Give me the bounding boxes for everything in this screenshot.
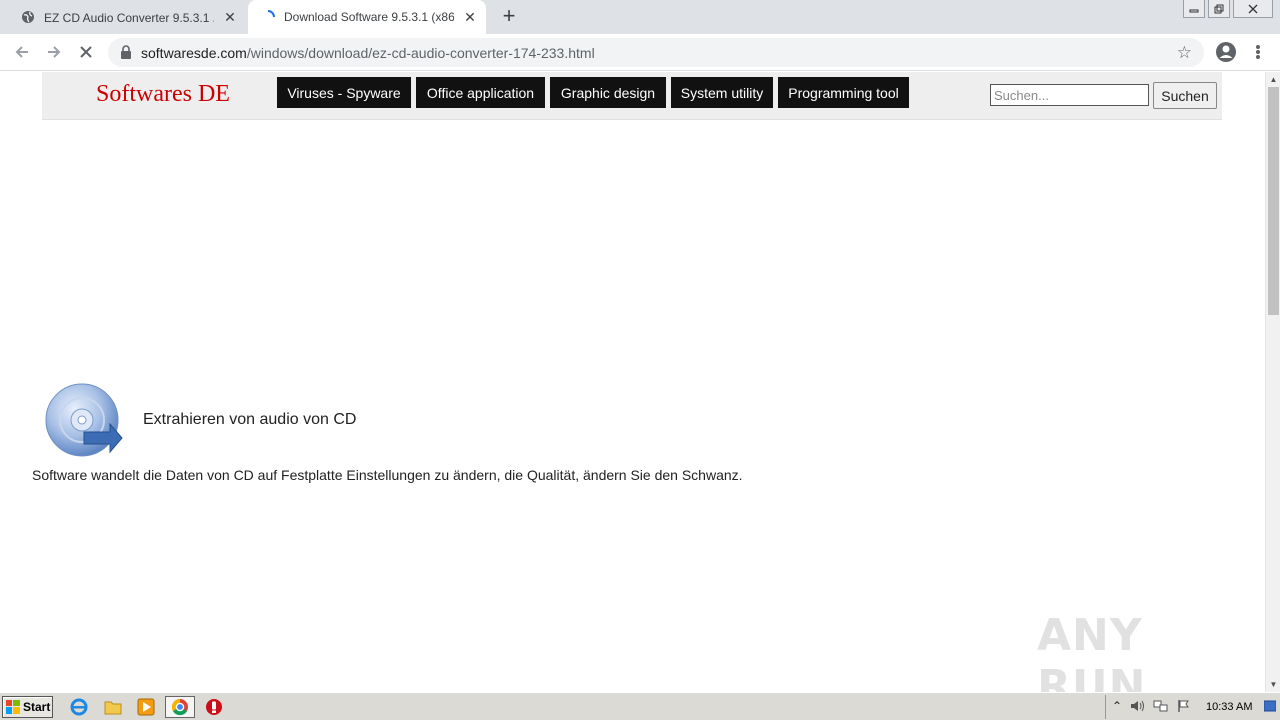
- nav-graphic-design[interactable]: Graphic design: [550, 77, 666, 108]
- loading-spinner-icon: [260, 9, 276, 25]
- url-path: /windows/download/ez-cd-audio-converter-…: [246, 45, 595, 61]
- chrome-taskbar-icon[interactable]: [165, 696, 195, 718]
- close-window-icon[interactable]: [1233, 0, 1273, 18]
- tab-ez-cd[interactable]: EZ CD Audio Converter 9.5.3.1 크랙 ✕: [8, 0, 246, 34]
- lock-icon: [120, 45, 132, 59]
- opera-icon[interactable]: [204, 697, 224, 717]
- volume-icon[interactable]: [1130, 699, 1146, 716]
- globe-icon: [20, 9, 36, 25]
- nav-system-utility[interactable]: System utility: [671, 77, 773, 108]
- url-text: softwaresde.com/windows/download/ez-cd-a…: [141, 45, 595, 61]
- stop-loading-button[interactable]: [74, 40, 98, 64]
- tab-download-software[interactable]: Download Software 9.5.3.1 (x86/x6 ✕: [248, 0, 486, 34]
- cd-audio-icon: [44, 382, 124, 462]
- windows-logo-icon: [6, 700, 20, 714]
- file-explorer-icon[interactable]: [103, 697, 123, 717]
- windows-taskbar: Start ⌃ 10:33 AM: [0, 692, 1280, 720]
- site-logo[interactable]: Softwares DE: [96, 81, 230, 108]
- bookmark-star-icon[interactable]: ☆: [1177, 43, 1192, 63]
- restore-icon[interactable]: [1208, 0, 1230, 18]
- tab-title: EZ CD Audio Converter 9.5.3.1 크랙: [44, 10, 214, 25]
- media-player-icon[interactable]: [136, 697, 156, 717]
- feature-headline: Extrahieren von audio von CD: [143, 411, 357, 428]
- nav-office-application[interactable]: Office application: [416, 77, 545, 108]
- search-button[interactable]: Suchen: [1153, 82, 1217, 109]
- nav-viruses-spyware[interactable]: Viruses - Spyware: [277, 77, 411, 108]
- start-label: Start: [23, 700, 51, 714]
- forward-button[interactable]: [42, 40, 66, 64]
- browser-toolbar: softwaresde.com/windows/download/ez-cd-a…: [0, 34, 1280, 71]
- tab-strip: EZ CD Audio Converter 9.5.3.1 크랙 ✕ Downl…: [0, 0, 1280, 34]
- address-bar[interactable]: softwaresde.com/windows/download/ez-cd-a…: [108, 38, 1204, 67]
- network-icon[interactable]: [1153, 699, 1169, 716]
- nav-programming-tool[interactable]: Programming tool: [778, 77, 909, 108]
- web-page: Softwares DE Viruses - Spyware Office ap…: [0, 72, 1265, 692]
- show-desktop-icon[interactable]: [1263, 700, 1277, 715]
- site-header: Softwares DE Viruses - Spyware Office ap…: [42, 72, 1222, 120]
- action-center-flag-icon[interactable]: [1177, 699, 1191, 716]
- taskbar-clock[interactable]: 10:33 AM: [1206, 701, 1252, 713]
- close-tab-icon[interactable]: ✕: [462, 9, 478, 25]
- page-scrollbar[interactable]: ▲ ▼: [1265, 72, 1280, 692]
- system-tray: ⌃ 10:33 AM: [1105, 695, 1278, 719]
- scroll-thumb[interactable]: [1268, 87, 1279, 315]
- internet-explorer-icon[interactable]: [69, 697, 89, 717]
- minimize-icon[interactable]: [1183, 0, 1205, 18]
- show-hidden-icons-icon[interactable]: ⌃: [1112, 699, 1122, 713]
- back-button[interactable]: [10, 40, 34, 64]
- chrome-menu-icon[interactable]: [1250, 42, 1266, 62]
- search-input[interactable]: [990, 84, 1149, 106]
- scroll-up-arrow-icon[interactable]: ▲: [1266, 72, 1280, 87]
- anyrun-watermark: ANY RUN: [1037, 610, 1147, 692]
- close-tab-icon[interactable]: ✕: [222, 9, 238, 25]
- feature-description: Software wandelt die Daten von CD auf Fe…: [32, 467, 743, 483]
- new-tab-button[interactable]: +: [498, 5, 520, 28]
- start-button[interactable]: Start: [2, 696, 53, 718]
- account-icon[interactable]: [1215, 41, 1237, 63]
- url-host: softwaresde.com: [141, 45, 247, 61]
- tab-title: Download Software 9.5.3.1 (x86/x6: [284, 10, 454, 24]
- scroll-down-arrow-icon[interactable]: ▼: [1266, 677, 1280, 692]
